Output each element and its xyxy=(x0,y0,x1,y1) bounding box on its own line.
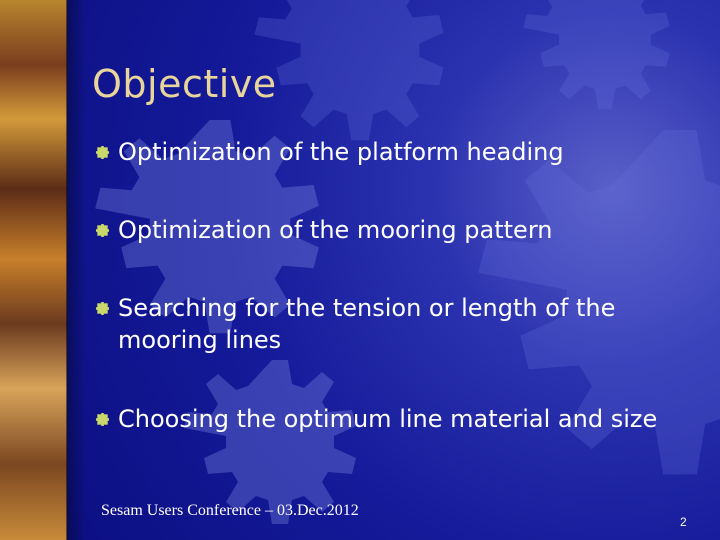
gear-bullet-icon xyxy=(96,224,109,237)
gear-bullet-icon xyxy=(96,413,109,426)
list-item: Optimization of the mooring pattern xyxy=(96,214,678,246)
bullet-text: Optimization of the mooring pattern xyxy=(118,216,553,244)
list-item: Searching for the tension or length of t… xyxy=(96,292,638,356)
bullet-text: Searching for the tension or length of t… xyxy=(118,294,616,354)
list-item: Choosing the optimum line material and s… xyxy=(96,403,678,435)
list-item: Optimization of the platform heading xyxy=(96,136,678,168)
bullet-text: Optimization of the platform heading xyxy=(118,138,564,166)
gear-bullet-icon xyxy=(96,302,109,315)
gear-icon xyxy=(523,0,670,110)
decorative-side-strip xyxy=(0,0,86,540)
page-number: 2 xyxy=(680,515,687,529)
slide-footer: Sesam Users Conference – 03.Dec.2012 xyxy=(101,502,359,519)
bullet-text: Choosing the optimum line material and s… xyxy=(118,405,658,433)
gear-bullet-icon xyxy=(96,146,109,159)
slide-title: Objective xyxy=(92,62,277,106)
slide: Objective Optimization of the platform h… xyxy=(0,0,720,540)
